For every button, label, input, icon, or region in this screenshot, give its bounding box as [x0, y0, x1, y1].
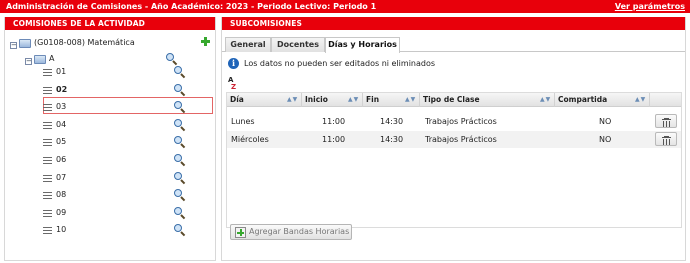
tree-item-label[interactable]: 06: [56, 152, 66, 168]
list-icon: [43, 174, 52, 182]
search-icon[interactable]: [174, 118, 186, 132]
col-inicio[interactable]: Inicio ▲▼: [302, 93, 363, 107]
cell-compartida: NO: [599, 135, 612, 144]
tree-item-label[interactable]: 08: [56, 187, 66, 203]
tree-item-label[interactable]: 03: [56, 99, 66, 115]
info-icon: i: [228, 58, 239, 69]
col-compartida[interactable]: Compartida ▲▼: [555, 93, 650, 107]
cell-inicio: 11:00: [322, 135, 346, 144]
list-icon: [43, 192, 52, 200]
table-row[interactable]: Miércoles 11:00 14:30 Trabajos Prácticos NO: [227, 131, 681, 148]
col-dia-label: Día: [230, 95, 244, 104]
cell-dia: Lunes: [231, 117, 255, 126]
table-header: Día ▲▼ Inicio ▲▼ Fin ▲▼ Tipo de Clase ▲▼ Com…: [227, 93, 681, 107]
search-icon[interactable]: [174, 224, 186, 237]
list-icon: [43, 86, 52, 94]
sort-arrows-icon[interactable]: ▲▼: [405, 97, 416, 103]
col-compartida-label: Compartida: [558, 95, 608, 104]
list-icon: [43, 69, 52, 76]
col-inicio-label: Inicio: [305, 95, 328, 104]
col-fin[interactable]: Fin ▲▼: [363, 93, 420, 107]
cell-compartida: NO: [599, 117, 612, 126]
list-icon: [43, 157, 52, 164]
sort-arrows-icon[interactable]: ▲▼: [348, 97, 359, 103]
add-icon: [235, 227, 246, 238]
col-fin-label: Fin: [366, 95, 380, 104]
search-icon[interactable]: [174, 101, 186, 114]
tree-item[interactable]: 08: [5, 187, 215, 204]
search-icon[interactable]: [174, 83, 186, 96]
tab-bar: General Docentes Días y Horarios: [222, 35, 685, 53]
search-icon[interactable]: [174, 154, 186, 167]
search-icon[interactable]: [174, 189, 186, 202]
tree-item[interactable]: 01: [5, 64, 215, 81]
agregar-bandas-button[interactable]: Agregar Bandas Horarias: [230, 224, 352, 240]
list-icon: [43, 227, 52, 235]
add-comision-icon[interactable]: [201, 37, 210, 46]
search-icon[interactable]: [174, 66, 186, 79]
sort-arrows-icon[interactable]: ▲▼: [287, 97, 298, 103]
tree-item-label[interactable]: 01: [56, 64, 66, 80]
tree-item[interactable]: 07: [5, 170, 215, 187]
search-icon[interactable]: [174, 136, 186, 149]
tab-docentes[interactable]: Docentes: [271, 37, 325, 52]
sort-az-letter-z: Z: [231, 83, 237, 91]
table-row[interactable]: Lunes 11:00 14:30 Trabajos Prácticos NO: [227, 113, 681, 130]
cell-tipo: Trabajos Prácticos: [425, 135, 497, 144]
agregar-bandas-label: Agregar Bandas Horarias: [249, 227, 350, 236]
tree-item-label[interactable]: 09: [56, 205, 66, 221]
search-icon[interactable]: [174, 206, 186, 220]
tree-item-label[interactable]: 04: [56, 117, 66, 133]
search-icon[interactable]: [174, 171, 186, 184]
tab-dias-y-horarios[interactable]: Días y Horarios: [325, 37, 400, 53]
sort-arrows-icon[interactable]: ▲▼: [540, 97, 551, 103]
delete-button[interactable]: [655, 114, 677, 128]
tree-item-label[interactable]: 07: [56, 170, 66, 186]
cell-inicio: 11:00: [322, 117, 346, 126]
tree-item[interactable]: 10: [5, 222, 215, 239]
tree-item-label[interactable]: 02: [56, 82, 67, 98]
cell-tipo: Trabajos Prácticos: [425, 117, 497, 126]
cell-fin: 14:30: [380, 135, 404, 144]
col-tipo-clase[interactable]: Tipo de Clase ▲▼: [420, 93, 555, 107]
tree-item[interactable]: 05: [5, 134, 215, 151]
cell-fin: 14:30: [380, 117, 404, 126]
folder-edit-icon: [19, 39, 31, 48]
subcomisiones-panel-title: SUBCOMISIONES: [222, 17, 685, 30]
tree-root-label[interactable]: (G0108-008) Matemática: [34, 35, 135, 51]
collapse-root-toggle[interactable]: −: [10, 42, 17, 49]
tree-item[interactable]: 02: [5, 82, 215, 99]
tree-item[interactable]: 03: [5, 99, 215, 116]
comisiones-panel: COMISIONES DE LA ACTIVIDAD − (G0108-008)…: [4, 17, 216, 261]
subcomisiones-panel: SUBCOMISIONES General Docentes Días y Ho…: [221, 17, 686, 261]
tree-item-label[interactable]: 10: [56, 222, 66, 238]
app-title-bar: Administración de Comisiones - Año Acadé…: [0, 0, 690, 13]
col-tipo-clase-label: Tipo de Clase: [423, 95, 480, 104]
list-icon: [43, 209, 52, 217]
tree-item[interactable]: 09: [5, 205, 215, 222]
comisiones-panel-title: COMISIONES DE LA ACTIVIDAD: [5, 17, 215, 30]
folder-icon: [34, 55, 46, 64]
horarios-table: Día ▲▼ Inicio ▲▼ Fin ▲▼ Tipo de Clase ▲▼ Com…: [226, 92, 682, 228]
tab-general[interactable]: General: [225, 37, 271, 52]
tree-item[interactable]: 04: [5, 117, 215, 134]
col-dia[interactable]: Día ▲▼: [227, 93, 302, 107]
app-title: Administración de Comisiones - Año Acadé…: [6, 2, 377, 11]
ver-parametros-link[interactable]: Ver parámetros: [615, 0, 685, 13]
tree-item-label[interactable]: 05: [56, 134, 66, 150]
cell-dia: Miércoles: [231, 135, 269, 144]
list-icon: [43, 121, 52, 129]
tree-item[interactable]: 06: [5, 152, 215, 169]
list-icon: [43, 139, 52, 147]
sort-az-icon[interactable]: A Z: [228, 77, 236, 91]
sort-arrows-icon[interactable]: ▲▼: [635, 97, 646, 103]
info-text: Los datos no pueden ser editados ni elim…: [244, 59, 436, 68]
list-icon: [43, 104, 52, 112]
delete-button[interactable]: [655, 132, 677, 146]
